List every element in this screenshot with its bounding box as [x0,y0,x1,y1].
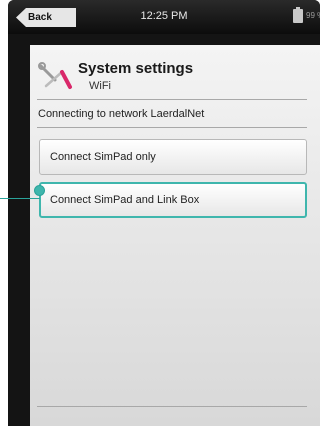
battery-nub [296,7,300,9]
connect-simpad-only-button[interactable]: Connect SimPad only [39,139,307,175]
battery-icon [293,7,303,23]
callout-dot [34,185,45,196]
divider [37,127,307,128]
callout-line [0,198,40,199]
status-bar: Back 12:25 PM 99 % [8,0,320,34]
page-title: System settings [78,60,194,77]
connection-status: Connecting to network LaerdalNet [38,108,205,120]
divider [37,99,307,100]
battery-level: 99 % [306,11,320,20]
divider [37,406,307,407]
clock: 12:25 PM [140,10,188,22]
tools-icon [38,62,72,89]
connect-simpad-and-link-box-button[interactable]: Connect SimPad and Link Box [39,182,307,218]
device-bezel: Back 12:25 PM 99 % System settings WiFi … [8,0,320,426]
settings-screen: System settings WiFi Connecting to netwo… [30,45,320,426]
page-subtitle: WiFi [89,80,111,92]
